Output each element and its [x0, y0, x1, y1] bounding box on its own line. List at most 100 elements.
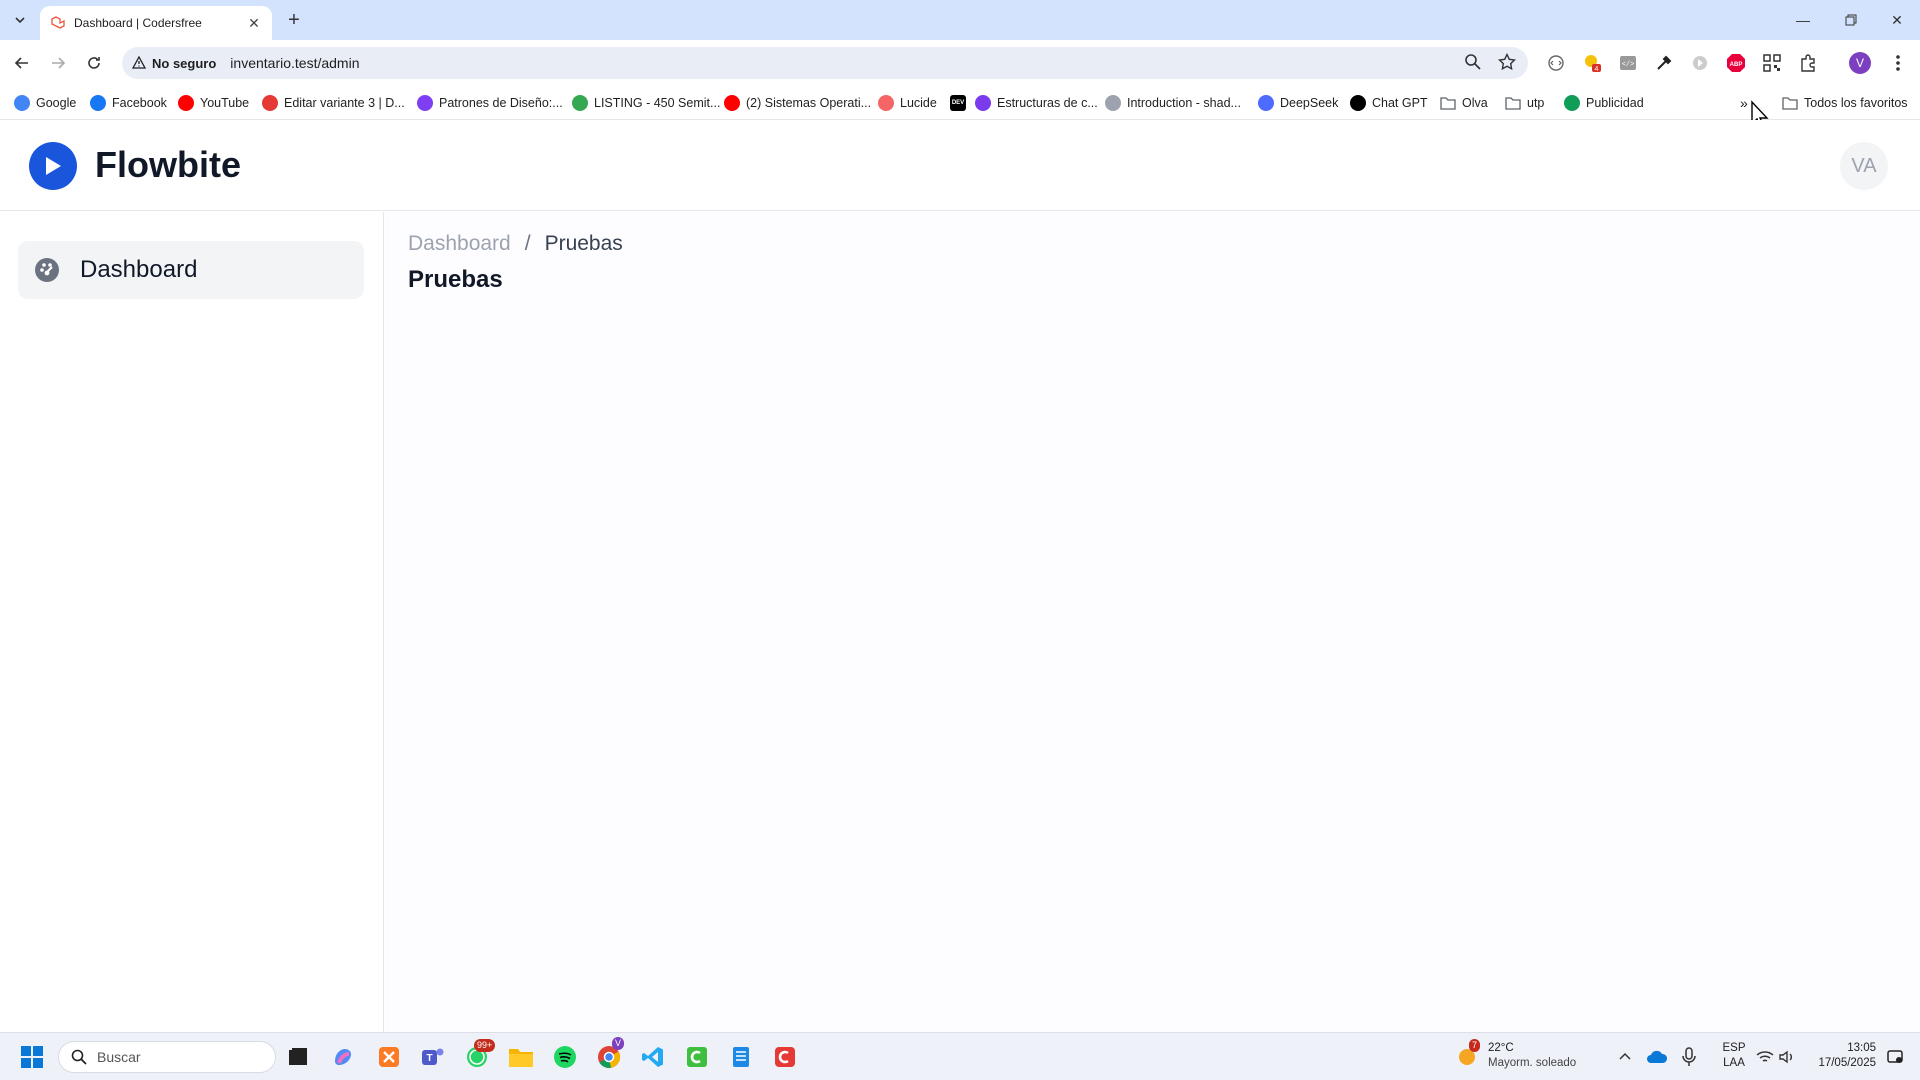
file-explorer-icon[interactable]	[506, 1042, 536, 1072]
close-window-button[interactable]: ✕	[1874, 0, 1920, 40]
bookmark-label: Patrones de Diseño:...	[439, 96, 563, 110]
weather-desc: Mayorm. soleado	[1488, 1057, 1577, 1069]
patterns-icon	[417, 95, 433, 111]
bookmark-item[interactable]: Editar variante 3 | D...	[262, 94, 405, 112]
xampp-icon[interactable]	[374, 1042, 404, 1072]
extension-play-icon[interactable]	[1688, 51, 1712, 75]
lucide-icon	[878, 95, 894, 111]
extensions-puzzle-icon[interactable]	[1796, 51, 1820, 75]
notifications-icon[interactable]	[1880, 1042, 1910, 1072]
flowbite-logo-icon[interactable]	[29, 142, 77, 190]
input-language[interactable]: ESP	[1718, 1041, 1750, 1056]
new-tab-button[interactable]: +	[282, 8, 306, 32]
bookmark-item[interactable]: utp	[1505, 94, 1544, 112]
breadcrumb-current: Pruebas	[544, 232, 623, 255]
clock-date[interactable]: 17/05/2025	[1806, 1056, 1876, 1071]
microphone-icon[interactable]	[1674, 1042, 1704, 1072]
minimize-button[interactable]: —	[1780, 0, 1826, 40]
chevron-up-icon[interactable]	[1610, 1042, 1640, 1072]
all-bookmarks-folder[interactable]: Todos los favoritos	[1782, 94, 1908, 112]
bookmark-item[interactable]: DeepSeek	[1258, 94, 1338, 112]
taskbar-search-input[interactable]: Buscar	[58, 1041, 276, 1073]
recorder-icon[interactable]	[770, 1042, 800, 1072]
security-chip[interactable]: No seguro	[132, 56, 216, 71]
bookmark-item[interactable]: Introduction - shad...	[1105, 94, 1241, 112]
structures-icon	[975, 95, 991, 111]
bookmark-label: Facebook	[112, 96, 167, 110]
svg-text:ABP: ABP	[1730, 62, 1743, 68]
close-tab-icon[interactable]: ✕	[246, 15, 262, 31]
bookmark-item[interactable]: Estructuras de c...	[975, 94, 1098, 112]
page-title: Pruebas	[408, 266, 503, 293]
vscode-icon[interactable]	[638, 1042, 668, 1072]
camtasia-icon[interactable]	[682, 1042, 712, 1072]
bookmark-item[interactable]: Patrones de Diseño:...	[417, 94, 563, 112]
bookmark-item[interactable]: YouTube	[178, 94, 249, 112]
url-text[interactable]: inventario.test/admin	[230, 55, 359, 71]
onedrive-icon[interactable]	[1642, 1042, 1672, 1072]
all-bookmarks-label: Todos los favoritos	[1804, 96, 1908, 110]
brand-name[interactable]: Flowbite	[95, 144, 241, 186]
profile-initial: V	[1849, 52, 1871, 74]
notepad-icon[interactable]	[726, 1042, 756, 1072]
extension-code-icon[interactable]	[1544, 51, 1568, 75]
bookmark-label: utp	[1527, 96, 1545, 110]
windows-start-icon[interactable]	[17, 1042, 47, 1072]
copilot-icon[interactable]	[328, 1042, 358, 1072]
address-bar[interactable]: No seguro inventario.test/admin	[122, 47, 1528, 79]
bookmark-item[interactable]: Facebook	[90, 94, 167, 112]
spotify-icon[interactable]	[550, 1042, 580, 1072]
app-navbar: Flowbite VA	[0, 120, 1920, 211]
star-bookmark-icon[interactable]	[1498, 53, 1516, 71]
bookmark-item[interactable]: (2) Sistemas Operati...	[724, 94, 871, 112]
bookmark-item[interactable]: Lucide	[878, 94, 937, 112]
clock-time[interactable]: 13:05	[1806, 1041, 1876, 1056]
extension-devtools-icon[interactable]: </>	[1616, 51, 1640, 75]
reload-button[interactable]	[80, 49, 108, 77]
facebook-icon	[90, 95, 106, 111]
restore-icon	[1845, 14, 1857, 26]
bookmark-item[interactable]: Olva	[1440, 94, 1488, 112]
adblock-icon[interactable]: ABP	[1724, 51, 1748, 75]
chrome-profile-badge: V	[612, 1037, 625, 1050]
bookmark-label: Estructuras de c...	[997, 96, 1098, 110]
browser-menu-icon[interactable]	[1886, 51, 1910, 75]
teams-icon[interactable]: T	[418, 1042, 448, 1072]
bookmark-label: Publicidad	[1586, 96, 1644, 110]
input-layout[interactable]: LAA	[1718, 1056, 1750, 1071]
zoom-icon[interactable]	[1464, 53, 1482, 71]
extension-bulb-icon[interactable]: 4	[1580, 51, 1604, 75]
windows-taskbar: Buscar T 99+ V 7 22°C Mayorm. soleado ES…	[0, 1032, 1920, 1080]
sidebar-item-label: Dashboard	[80, 256, 198, 283]
bookmark-item[interactable]: Chat GPT	[1350, 94, 1428, 112]
profile-avatar-button[interactable]: V	[1848, 51, 1872, 75]
breadcrumb-separator: /	[524, 232, 531, 255]
breadcrumb-link-dashboard[interactable]: Dashboard	[408, 232, 511, 256]
qr-code-icon[interactable]	[1760, 51, 1784, 75]
dev-icon: DEV	[950, 95, 966, 111]
bookmark-item[interactable]: LISTING - 450 Semit...	[572, 94, 720, 112]
bookmark-label: Chat GPT	[1372, 96, 1428, 110]
bookmark-item[interactable]: DEV	[950, 94, 972, 112]
task-view-icon[interactable]	[283, 1042, 313, 1072]
folder-icon	[1505, 95, 1521, 111]
back-button[interactable]	[8, 49, 36, 77]
volume-icon[interactable]	[1772, 1042, 1802, 1072]
restore-button[interactable]	[1828, 0, 1874, 40]
bookmark-label: LISTING - 450 Semit...	[594, 96, 721, 110]
browser-tab-active[interactable]: Dashboard | Codersfree ✕	[40, 6, 272, 40]
bookmark-item[interactable]: Publicidad	[1564, 94, 1644, 112]
bookmark-item[interactable]: Google	[14, 94, 76, 112]
tab-search-button[interactable]	[8, 8, 32, 32]
forward-button[interactable]	[44, 49, 72, 77]
user-avatar[interactable]: VA	[1840, 142, 1888, 190]
main-content: Dashboard / Pruebas Pruebas	[385, 212, 1920, 1032]
sidebar-item-dashboard[interactable]: Dashboard	[18, 241, 364, 299]
chevron-down-icon	[15, 17, 25, 24]
tab-title: Dashboard | Codersfree	[74, 16, 202, 30]
extension-picker-icon[interactable]	[1652, 51, 1676, 75]
arrow-left-icon	[14, 57, 28, 69]
google-icon	[14, 95, 30, 111]
bookmarks-overflow-button[interactable]: »	[1740, 94, 1748, 112]
bookmark-label: YouTube	[200, 96, 250, 110]
